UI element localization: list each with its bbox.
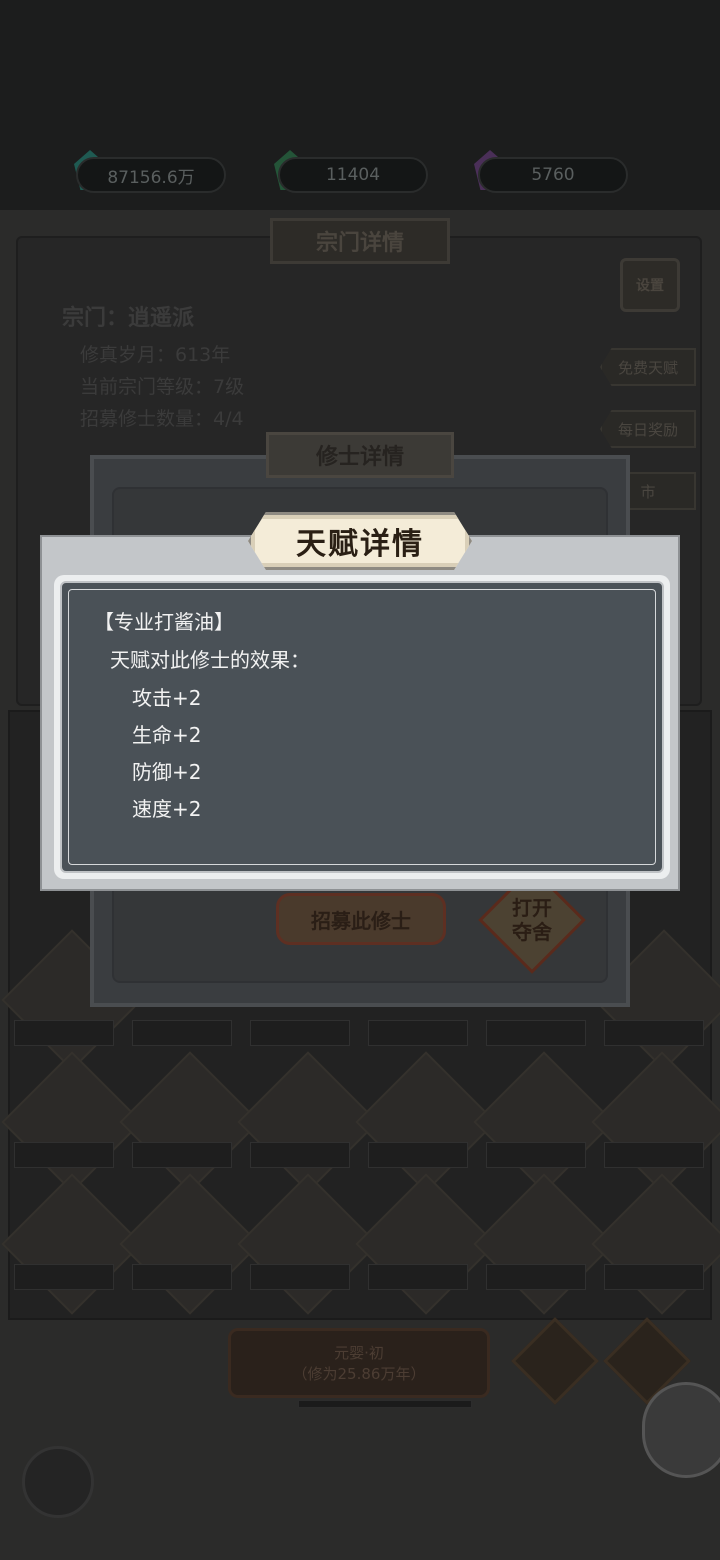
cultivator-card-label	[132, 1020, 232, 1046]
realm-sublabel: （修为25.86万年）	[292, 1365, 426, 1383]
realm-label: 元婴·初	[334, 1344, 384, 1362]
sect-info-line: 当前宗门等级：7级	[80, 376, 245, 398]
cultivator-card-label	[486, 1264, 586, 1290]
resource-value: 11404	[325, 165, 381, 185]
cultivation-progress-bar	[298, 1400, 472, 1408]
cultivator-card-label	[604, 1264, 704, 1290]
talent-effect-header: 天赋对此修士的效果：	[110, 648, 310, 672]
resource-spirit-stone[interactable]: 87156.6万	[76, 157, 226, 193]
resource-jade[interactable]: 11404	[278, 157, 428, 193]
resource-value: 87156.6万	[107, 167, 195, 188]
cultivator-details-title: 修士详情	[266, 432, 454, 478]
talent-effect-hp: 生命+2	[132, 723, 202, 747]
player-avatar-button[interactable]	[22, 1446, 94, 1518]
cultivator-card-label	[14, 1142, 114, 1168]
cultivator-card-label	[250, 1142, 350, 1168]
cultivator-card-label	[14, 1264, 114, 1290]
talent-effect-attack: 攻击+2	[132, 686, 202, 710]
sect-details-title: 宗门详情	[270, 218, 450, 264]
resource-value: 5760	[531, 165, 575, 185]
talent-effect-speed: 速度+2	[132, 797, 202, 821]
sect-info-line: 修真岁月：613年	[80, 344, 231, 366]
cultivator-card-label	[368, 1264, 468, 1290]
list-button[interactable]	[511, 1317, 599, 1405]
cultivator-card-label	[604, 1142, 704, 1168]
talent-details-modal	[40, 535, 680, 891]
sect-info-line: 招募修士数量：4/4	[80, 408, 244, 430]
talent-details-title: 天赋详情	[248, 512, 472, 570]
cultivator-card-label	[368, 1142, 468, 1168]
talent-effect-defense: 防御+2	[132, 760, 202, 784]
daily-reward-button[interactable]: 每日奖励	[600, 410, 696, 448]
assistant-float-button[interactable]	[642, 1382, 720, 1478]
cultivator-card-label	[132, 1264, 232, 1290]
cultivator-card-label	[250, 1020, 350, 1046]
cultivator-card-label	[486, 1020, 586, 1046]
free-talent-button[interactable]: 免费天赋	[600, 348, 696, 386]
settings-button[interactable]: 设置	[620, 258, 680, 312]
cultivator-card-label	[14, 1020, 114, 1046]
realm-breakthrough-button[interactable]: 元婴·初 （修为25.86万年）	[228, 1328, 490, 1398]
cultivator-card-label	[368, 1020, 468, 1046]
talent-title-text: 天赋详情	[296, 527, 424, 562]
recruit-cultivator-button[interactable]: 招募此修士	[276, 893, 446, 945]
cultivator-card-label	[486, 1142, 586, 1168]
cultivator-card-label	[604, 1020, 704, 1046]
resource-crystal[interactable]: 5760	[478, 157, 628, 193]
cultivator-card-label	[132, 1142, 232, 1168]
cultivator-card-label	[250, 1264, 350, 1290]
talent-name: 【专业打酱油】	[94, 610, 234, 634]
sect-name: 宗门：逍遥派	[62, 306, 195, 331]
